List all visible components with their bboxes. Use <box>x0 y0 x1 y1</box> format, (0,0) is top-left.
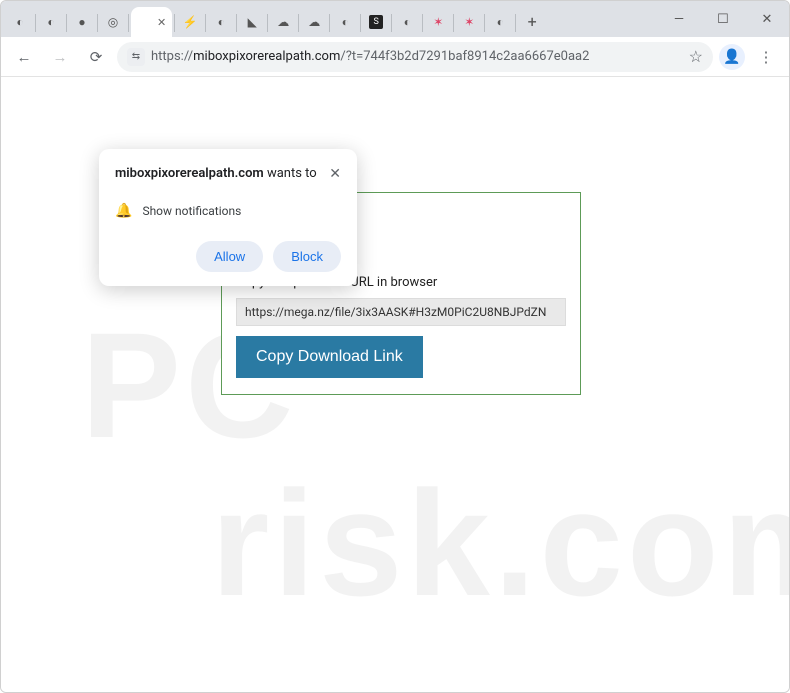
address-bar[interactable]: ⇆ https://miboxpixorerealpath.com/?t=744… <box>117 42 713 72</box>
download-url-field[interactable]: https://mega.nz/file/3ix3AASK#H3zM0PiC2U… <box>236 298 566 326</box>
browser-tab[interactable]: ◐ <box>208 7 234 37</box>
tab-favicon-icon: ◐ <box>338 15 352 29</box>
tab-favicon-icon: S <box>369 15 383 29</box>
tab-separator <box>422 14 423 32</box>
permission-title: miboxpixorerealpath.com wants to <box>115 165 325 183</box>
tab-separator <box>35 14 36 32</box>
browser-tab[interactable]: ✶ <box>456 7 482 37</box>
browser-tab[interactable]: ◐ <box>394 7 420 37</box>
close-window-button[interactable]: ✕ <box>745 4 789 34</box>
tab-separator <box>236 14 237 32</box>
browser-tab[interactable]: ⚡ <box>177 7 203 37</box>
tab-separator <box>515 14 516 32</box>
browser-tab[interactable]: S <box>363 7 389 37</box>
tab-favicon-icon: ◐ <box>44 15 58 29</box>
browser-tab[interactable]: ◎ <box>100 7 126 37</box>
forward-button[interactable]: → <box>45 42 75 72</box>
tab-favicon-icon: ◎ <box>106 15 120 29</box>
maximize-button[interactable]: ☐ <box>701 4 745 34</box>
permission-site: miboxpixorerealpath.com <box>115 166 264 181</box>
new-tab-button[interactable]: + <box>518 12 546 37</box>
tab-favicon-icon: ◐ <box>493 15 507 29</box>
minimize-button[interactable]: — <box>657 4 701 34</box>
browser-tab[interactable]: ◐ <box>487 7 513 37</box>
tab-favicon-icon: ◣ <box>245 15 259 29</box>
browser-tab[interactable]: ◐ <box>38 7 64 37</box>
allow-button[interactable]: Allow <box>196 241 263 272</box>
tab-favicon-icon: ☁ <box>307 15 321 29</box>
tab-separator <box>391 14 392 32</box>
tab-separator <box>484 14 485 32</box>
site-settings-icon[interactable]: ⇆ <box>127 48 145 66</box>
tab-favicon-icon: ✶ <box>462 15 476 29</box>
close-icon[interactable]: ✕ <box>157 16 166 29</box>
bell-icon: 🔔 <box>115 203 132 219</box>
back-button[interactable]: ← <box>9 42 39 72</box>
window-controls: — ☐ ✕ <box>657 1 789 37</box>
permission-wants-to: wants to <box>267 166 317 181</box>
tab-separator <box>174 14 175 32</box>
browser-tab[interactable]: ◣ <box>239 7 265 37</box>
tab-favicon-icon: ● <box>75 15 89 29</box>
tab-favicon-icon: ⚡ <box>183 15 197 29</box>
tab-separator <box>267 14 268 32</box>
menu-button[interactable]: ⋮ <box>751 42 781 72</box>
permission-item-label: Show notifications <box>142 204 241 218</box>
browser-tab[interactable]: ✶ <box>425 7 451 37</box>
url-path: /?t=744f3b2d7291baf8914c2aa6667e0aa2 <box>340 49 589 64</box>
watermark-line2: risk.com <box>81 465 790 623</box>
close-icon[interactable]: ✕ <box>329 167 341 181</box>
browser-tab-active[interactable]: ✕ <box>131 7 172 37</box>
permission-item: 🔔 Show notifications <box>115 203 341 219</box>
tab-separator <box>128 14 129 32</box>
url-text: https://miboxpixorerealpath.com/?t=744f3… <box>151 49 589 64</box>
profile-avatar[interactable]: 👤 <box>719 44 745 70</box>
browser-tab[interactable]: ● <box>69 7 95 37</box>
tab-favicon-icon: ✶ <box>431 15 445 29</box>
url-scheme: https:// <box>151 49 193 64</box>
browser-tab[interactable]: ◐ <box>332 7 358 37</box>
tab-favicon-icon: ◐ <box>13 15 27 29</box>
tab-favicon-icon: ☁ <box>276 15 290 29</box>
tab-favicon-icon: ◐ <box>214 15 228 29</box>
browser-tab[interactable]: ◐ <box>7 7 33 37</box>
tab-separator <box>329 14 330 32</box>
notification-permission-popup: miboxpixorerealpath.com wants to ✕ 🔔 Sho… <box>99 149 357 286</box>
tab-favicon-icon: ◐ <box>400 15 414 29</box>
copy-download-link-button[interactable]: Copy Download Link <box>236 336 423 378</box>
tab-separator <box>66 14 67 32</box>
bookmark-icon[interactable]: ☆ <box>689 47 703 66</box>
browser-toolbar: ← → ⟳ ⇆ https://miboxpixorerealpath.com/… <box>1 37 789 77</box>
page-content: PC risk.com ady... s: 2025 Copy and past… <box>1 77 789 692</box>
reload-button[interactable]: ⟳ <box>81 42 111 72</box>
tab-separator <box>97 14 98 32</box>
browser-window: ◐ ◐ ● ◎ ✕ ⚡ ◐ ◣ ☁ ☁ ◐ S ◐ ✶ ✶ ◐ + — ☐ <box>0 0 790 693</box>
block-button[interactable]: Block <box>273 241 341 272</box>
tab-separator <box>453 14 454 32</box>
tab-favicon-icon <box>137 15 151 29</box>
tab-strip: ◐ ◐ ● ◎ ✕ ⚡ ◐ ◣ ☁ ☁ ◐ S ◐ ✶ ✶ ◐ + — ☐ <box>1 1 789 37</box>
browser-tab[interactable]: ☁ <box>301 7 327 37</box>
tab-separator <box>298 14 299 32</box>
tab-separator <box>360 14 361 32</box>
url-host: miboxpixorerealpath.com <box>193 49 340 64</box>
tab-separator <box>205 14 206 32</box>
browser-tab[interactable]: ☁ <box>270 7 296 37</box>
